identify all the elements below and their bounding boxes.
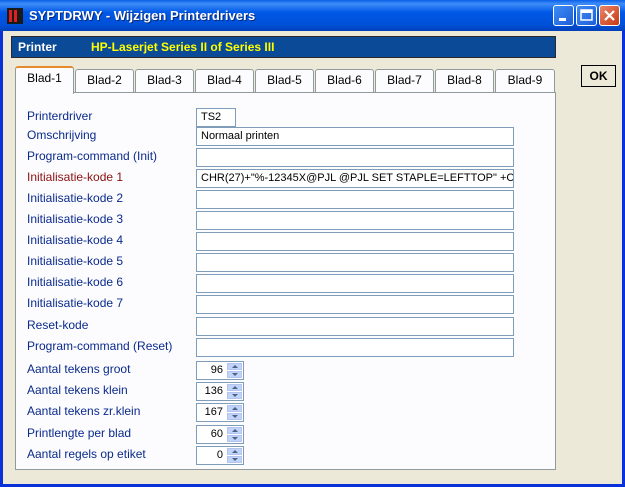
spinner-up-icon[interactable] xyxy=(227,363,242,370)
tab-blad-6[interactable]: Blad-6 xyxy=(315,69,374,92)
printer-label: Printer xyxy=(18,40,57,54)
tab-blad-7[interactable]: Blad-7 xyxy=(375,69,434,92)
spinner-down-icon[interactable] xyxy=(227,371,242,378)
field-label: Reset-kode xyxy=(27,318,89,332)
tab-blad-9[interactable]: Blad-9 xyxy=(495,69,555,92)
field-label: Omschrijving xyxy=(27,128,97,142)
number-spinner[interactable]: 60 xyxy=(196,425,244,444)
field-label: Initialisatie-kode 6 xyxy=(27,275,124,289)
field-label: Initialisatie-kode 3 xyxy=(27,212,124,226)
spinner-down-icon[interactable] xyxy=(227,435,242,442)
field-label: Initialisatie-kode 4 xyxy=(27,233,124,247)
spinner-value: 96 xyxy=(210,364,223,376)
spinner-label: Aantal tekens klein xyxy=(27,383,128,397)
spinner-value: 167 xyxy=(204,406,223,418)
spinner-buttons xyxy=(227,363,242,378)
field-label: Printerdriver xyxy=(27,109,93,123)
field-label: Initialisatie-kode 1 xyxy=(27,170,124,184)
spinner-buttons xyxy=(227,405,242,420)
text-field[interactable] xyxy=(196,338,514,357)
minimize-button[interactable] xyxy=(553,5,574,26)
text-field[interactable]: Normaal printen xyxy=(196,127,514,146)
field-label: Program-command (Init) xyxy=(27,149,158,163)
maximize-icon xyxy=(580,9,593,21)
text-field[interactable] xyxy=(196,274,514,293)
spinner-value: 60 xyxy=(210,428,223,440)
printer-header: Printer HP-Laserjet Series II of Series … xyxy=(11,36,556,58)
tab-blad-8[interactable]: Blad-8 xyxy=(435,69,494,92)
field-label: Initialisatie-kode 2 xyxy=(27,191,124,205)
main-window: SYPTDRWY - Wijzigen Printerdrivers Print… xyxy=(0,0,625,487)
spinner-buttons xyxy=(227,427,242,442)
tab-blad-2[interactable]: Blad-2 xyxy=(75,69,134,92)
maximize-button[interactable] xyxy=(576,5,597,26)
tab-blad-1[interactable]: Blad-1 xyxy=(15,66,74,94)
app-icon xyxy=(7,8,23,24)
minimize-icon xyxy=(559,18,566,21)
number-spinner[interactable]: 96 xyxy=(196,361,244,380)
text-field[interactable] xyxy=(196,232,514,251)
text-field[interactable] xyxy=(196,295,514,314)
spinner-up-icon[interactable] xyxy=(227,384,242,391)
number-spinner[interactable]: 0 xyxy=(196,446,244,465)
number-spinner[interactable]: 136 xyxy=(196,382,244,401)
tab-blad-4[interactable]: Blad-4 xyxy=(195,69,254,92)
spinner-label: Printlengte per blad xyxy=(27,426,132,440)
spinner-label: Aantal regels op etiket xyxy=(27,447,146,461)
text-field[interactable] xyxy=(196,148,514,167)
spinner-up-icon[interactable] xyxy=(227,448,242,455)
spinner-down-icon[interactable] xyxy=(227,456,242,463)
ok-button[interactable]: OK xyxy=(581,65,616,87)
number-spinner[interactable]: 167 xyxy=(196,403,244,422)
spinner-label: Aantal tekens zr.klein xyxy=(27,404,141,418)
tab-blad-3[interactable]: Blad-3 xyxy=(135,69,194,92)
spinner-down-icon[interactable] xyxy=(227,413,242,420)
text-field[interactable] xyxy=(196,253,514,272)
spinner-value: 136 xyxy=(204,385,223,397)
field-label: Initialisatie-kode 5 xyxy=(27,254,124,268)
close-icon xyxy=(604,10,615,21)
spinner-down-icon[interactable] xyxy=(227,392,242,399)
text-field[interactable]: CHR(27)+"%-12345X@PJL @PJL SET STAPLE=LE… xyxy=(196,169,514,188)
field-label: Initialisatie-kode 7 xyxy=(27,296,124,310)
spinner-label: Aantal tekens groot xyxy=(27,362,131,376)
text-field[interactable] xyxy=(196,190,514,209)
title-bar[interactable]: SYPTDRWY - Wijzigen Printerdrivers xyxy=(0,0,625,31)
close-button[interactable] xyxy=(599,5,620,26)
text-field[interactable] xyxy=(196,317,514,336)
spinner-up-icon[interactable] xyxy=(227,427,242,434)
spinner-value: 0 xyxy=(216,449,223,461)
spinner-buttons xyxy=(227,448,242,463)
printerdriver-field[interactable]: TS2 xyxy=(196,108,236,127)
text-field[interactable] xyxy=(196,211,514,230)
spinner-up-icon[interactable] xyxy=(227,405,242,412)
spinner-buttons xyxy=(227,384,242,399)
window-title: SYPTDRWY - Wijzigen Printerdrivers xyxy=(29,8,256,23)
tab-blad-5[interactable]: Blad-5 xyxy=(255,69,314,92)
printer-name: HP-Laserjet Series II of Series III xyxy=(91,40,275,54)
field-label: Program-command (Reset) xyxy=(27,339,173,353)
